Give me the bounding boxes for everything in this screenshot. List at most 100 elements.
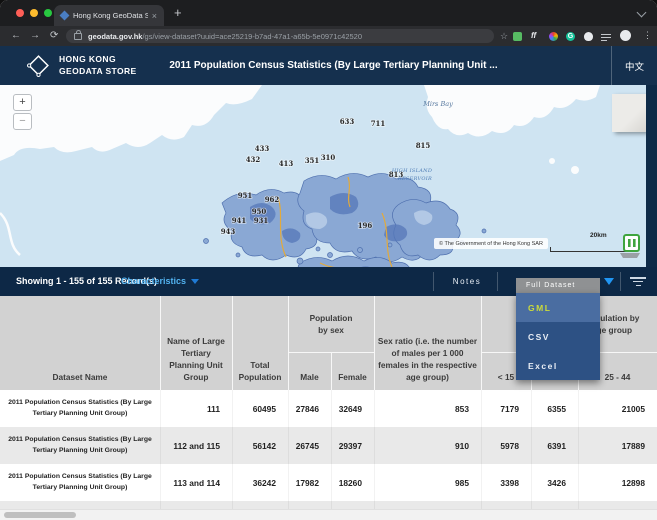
map-unit-label: 943 — [221, 227, 236, 236]
map-unit-label: 962 — [265, 195, 280, 204]
browser-window: Hong Kong GeoData Store × + ← → ⟳ geodat… — [0, 0, 657, 520]
map-canvas[interactable]: 4334324133513106337118158139519629509419… — [0, 85, 657, 267]
col-header-male: Male — [288, 371, 331, 383]
characteristics-dropdown[interactable]: Characteristics — [121, 276, 199, 286]
map-unit-label: 432 — [246, 155, 261, 164]
cell-value: 3426 — [531, 464, 578, 501]
lock-icon — [74, 33, 82, 40]
cell-value: 6391 — [531, 427, 578, 464]
chrome-url-bar: ← → ⟳ geodata.gov.hk/gs/view-dataset?uui… — [0, 26, 657, 46]
cell-value: 27846 — [288, 390, 331, 427]
cell-value: 21005 — [578, 390, 657, 427]
col-header-dataset-name: Dataset Name — [0, 371, 160, 383]
logo-diamond-icon — [26, 53, 51, 78]
url-domain: geodata.gov.hk — [88, 32, 142, 41]
cell-value: 60495 — [232, 390, 288, 427]
tab-overflow-chevron-icon[interactable] — [637, 8, 647, 18]
map-zoom-out-button[interactable]: − — [13, 113, 32, 130]
map-side-strip — [646, 85, 657, 267]
tab-close-icon[interactable]: × — [152, 11, 157, 21]
extension-icon-paw[interactable] — [584, 32, 593, 41]
toolbar-divider — [620, 272, 621, 291]
map-place-label: RESERVOIR — [397, 176, 432, 182]
profile-avatar[interactable] — [620, 30, 631, 41]
cell-value: 111 — [160, 390, 232, 427]
map-unit-label: 310 — [321, 153, 336, 162]
map-unit-label: 433 — [255, 144, 270, 153]
cell-value: 56142 — [232, 427, 288, 464]
new-tab-button[interactable]: + — [174, 7, 182, 19]
reload-icon[interactable]: ⟳ — [50, 30, 58, 42]
browser-tab[interactable]: Hong Kong GeoData Store × — [54, 5, 164, 26]
cell-value: 3398 — [481, 464, 531, 501]
forward-icon[interactable]: → — [30, 30, 40, 42]
col-header-total: Total Population — [234, 359, 286, 383]
col-header-female: Female — [331, 371, 374, 383]
extension-icon-green[interactable] — [513, 32, 522, 41]
cell-value: 7179 — [481, 390, 531, 427]
dataset-select-caret-icon[interactable] — [604, 278, 614, 285]
cell-dataset-name: 2011 Population Census Statistics (By La… — [0, 390, 160, 427]
cell-value: 29397 — [331, 427, 374, 464]
extension-icon-colorwheel[interactable] — [549, 32, 558, 41]
download-option-csv[interactable]: CSV — [516, 322, 600, 351]
map-zoom-in-button[interactable]: + — [13, 94, 32, 111]
extension-icon-grammarly[interactable]: G — [566, 32, 575, 41]
col-header-sex-ratio: Sex ratio (i.e. the number of males per … — [375, 335, 480, 383]
table-row[interactable]: 2011 Population Census Statistics (By La… — [0, 427, 657, 464]
tab-title: Hong Kong GeoData Store — [73, 11, 148, 20]
table-body: 2011 Population Census Statistics (By La… — [0, 390, 657, 520]
map-place-label: Mirs Bay — [422, 100, 453, 108]
map-unit-label: 633 — [340, 117, 355, 126]
bookmark-star-icon[interactable]: ☆ — [500, 31, 508, 42]
cell-value: 18260 — [331, 464, 374, 501]
map-unit-label: 951 — [238, 191, 253, 200]
browser-menu-icon[interactable]: ⋮ — [643, 30, 652, 41]
cell-value: 17982 — [288, 464, 331, 501]
download-option-excel[interactable]: Excel — [516, 351, 600, 380]
map-unit-label: 941 — [232, 216, 247, 225]
minimize-window-button[interactable] — [30, 9, 38, 17]
cell-value: 910 — [374, 427, 481, 464]
overview-map-inset[interactable] — [612, 94, 646, 132]
characteristics-label: Characteristics — [121, 276, 186, 286]
page-title: 2011 Population Census Statistics (By La… — [120, 46, 547, 85]
cell-value: 112 and 115 — [160, 427, 232, 464]
col-header-group: Name of Large Tertiary Planning Unit Gro… — [164, 335, 228, 383]
table-row[interactable]: 2011 Population Census Statistics (By La… — [0, 390, 657, 427]
maximize-window-button[interactable] — [44, 9, 52, 17]
extension-icon-ff[interactable]: ff — [531, 31, 536, 40]
map-unit-label: 950 — [252, 207, 267, 216]
map-unit-label: 711 — [371, 119, 386, 128]
cell-value: 113 and 114 — [160, 464, 232, 501]
full-dataset-select[interactable]: Full Dataset — [516, 278, 600, 293]
cell-dataset-name: 2011 Population Census Statistics (By La… — [0, 464, 160, 501]
horizontal-scrollbar[interactable] — [0, 509, 657, 520]
map-attribution: © The Government of the Hong Kong SAR — [434, 238, 548, 249]
site-header: HONG KONG GEODATA STORE 2011 Population … — [0, 46, 657, 85]
url-path: /gs/view-dataset?uuid=ace25219-b7ad-47a1… — [142, 32, 362, 41]
notes-button[interactable]: Notes — [438, 277, 496, 286]
cell-value: 985 — [374, 464, 481, 501]
map-unit-label: 413 — [279, 159, 294, 168]
close-window-button[interactable] — [16, 9, 24, 17]
cell-value: 17889 — [578, 427, 657, 464]
map-unit-label: 931 — [254, 216, 269, 225]
language-toggle-button[interactable]: 中文 — [611, 46, 657, 85]
page-url: geodata.gov.hk/gs/view-dataset?uuid=ace2… — [88, 32, 362, 41]
back-icon[interactable]: ← — [11, 30, 21, 42]
reading-list-icon[interactable] — [601, 34, 611, 41]
cell-value: 853 — [374, 390, 481, 427]
map-unit-label: 815 — [416, 141, 431, 150]
address-bar[interactable]: geodata.gov.hk/gs/view-dataset?uuid=ace2… — [66, 29, 494, 43]
table-row[interactable]: 2011 Population Census Statistics (By La… — [0, 464, 657, 501]
map-svg: 4334324133513106337118158139519629509419… — [0, 85, 657, 267]
horizontal-scrollbar-thumb[interactable] — [4, 512, 76, 518]
cell-dataset-name: 2011 Population Census Statistics (By La… — [0, 427, 160, 464]
cell-value: 12898 — [578, 464, 657, 501]
cell-value: 5978 — [481, 427, 531, 464]
filter-icon[interactable] — [629, 277, 647, 288]
download-option-gml[interactable]: GML — [516, 293, 600, 322]
map-scale-label: 20km — [590, 232, 607, 239]
cell-value: 26745 — [288, 427, 331, 464]
